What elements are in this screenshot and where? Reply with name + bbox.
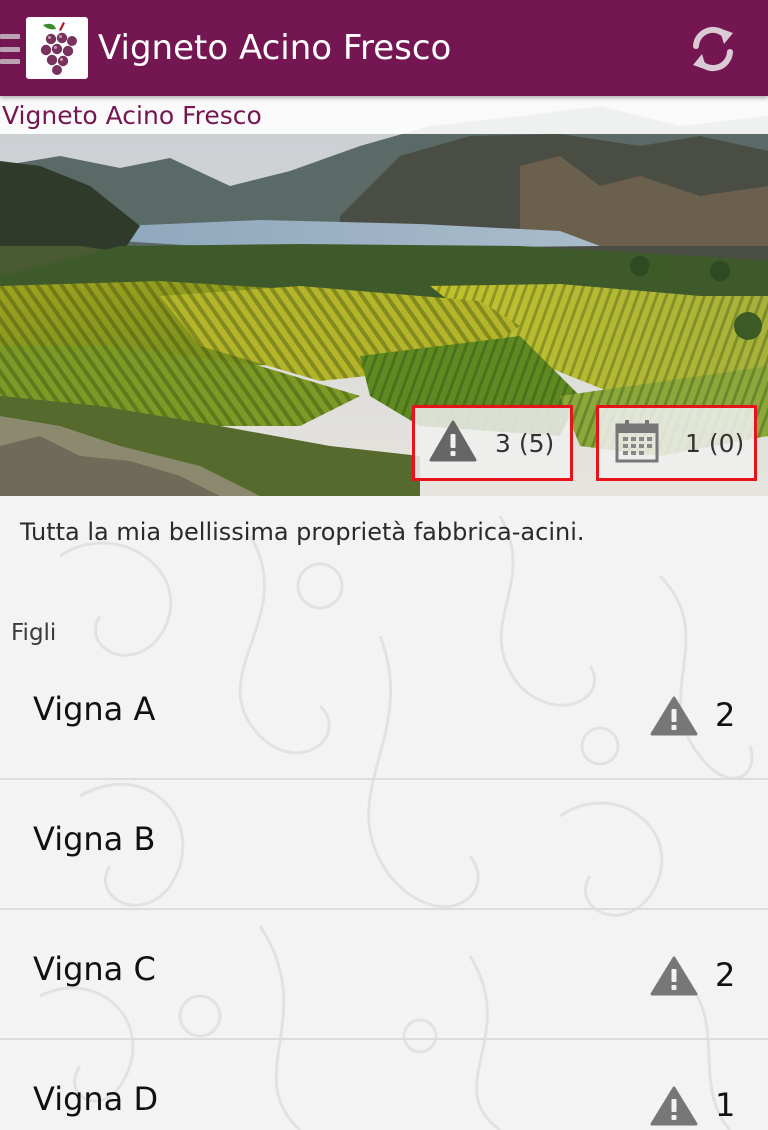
action-bar: Vigneto Acino Fresco xyxy=(0,0,768,96)
calendar-icon xyxy=(615,419,659,467)
refresh-icon xyxy=(693,26,733,72)
warning-icon xyxy=(650,696,698,740)
app-screen: Vigneto Acino Fresco Vigneto Acino Fresc… xyxy=(0,0,768,1130)
warning-icon xyxy=(650,956,698,1000)
child-row-vigna-d[interactable]: Vigna D 1 xyxy=(0,1040,768,1130)
refresh-button[interactable] xyxy=(684,20,742,78)
alerts-badge-label: 3 (5) xyxy=(495,428,555,458)
property-content[interactable]: Tutta la mia bellissima proprietà fabbri… xyxy=(0,496,768,1130)
child-alert-count: 2 xyxy=(715,956,736,994)
calendar-badge-button[interactable]: 1 (0) xyxy=(596,405,757,481)
calendar-badge-label: 1 (0) xyxy=(685,428,745,458)
child-name: Vigna C xyxy=(33,950,156,988)
warning-icon xyxy=(650,1086,698,1130)
child-name: Vigna D xyxy=(33,1080,159,1118)
property-description: Tutta la mia bellissima proprietà fabbri… xyxy=(20,518,585,546)
children-section-header: Figli xyxy=(11,620,57,646)
grapes-icon[interactable] xyxy=(26,17,88,79)
property-subtitle: Vigneto Acino Fresco xyxy=(0,96,768,134)
child-row-vigna-a[interactable]: Vigna A 2 xyxy=(0,650,768,780)
drawer-menu-icon[interactable] xyxy=(0,34,20,64)
alerts-badge-button[interactable]: 3 (5) xyxy=(412,405,573,481)
child-alert-count: 1 xyxy=(715,1086,736,1124)
app-title: Vigneto Acino Fresco xyxy=(98,28,452,68)
child-alert-count: 2 xyxy=(715,696,736,734)
child-row-vigna-b[interactable]: Vigna B xyxy=(0,780,768,910)
child-row-vigna-c[interactable]: Vigna C 2 xyxy=(0,910,768,1040)
warning-icon xyxy=(429,420,477,466)
children-list: Vigna A 2 Vigna B Vigna C 2 Vigna D 1 xyxy=(0,650,768,1130)
child-name: Vigna B xyxy=(33,820,156,858)
child-name: Vigna A xyxy=(33,690,156,728)
